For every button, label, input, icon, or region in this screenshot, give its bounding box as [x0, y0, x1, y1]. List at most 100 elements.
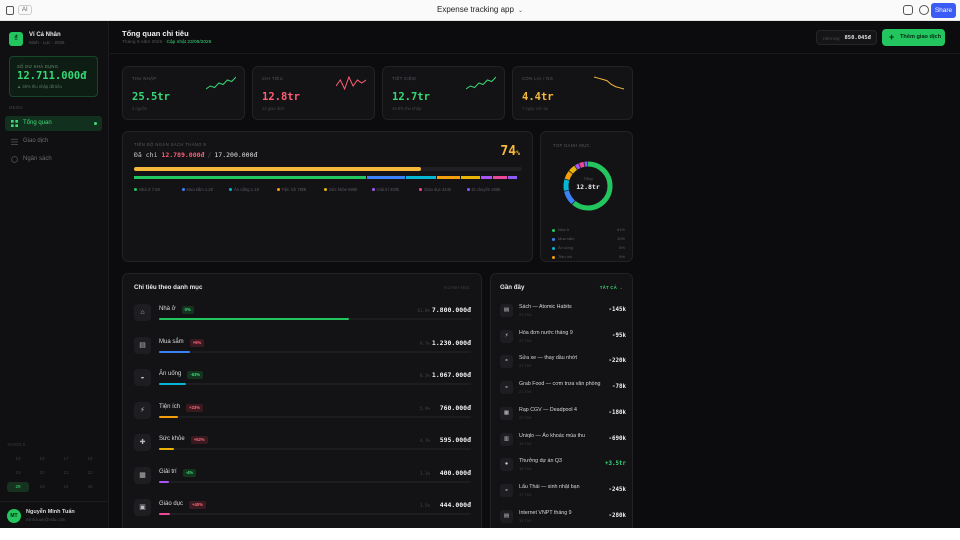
- today-label: Hôm nay: [823, 36, 840, 41]
- sidebar-item-transactions[interactable]: Giao dịch: [5, 134, 102, 149]
- transaction-row[interactable]: ▤ Internet VNPT tháng 9 15 Th9 -280k: [500, 507, 626, 528]
- category-row[interactable]: ⌂ Nhà ở 0% 61.0% 7.800.000đ: [134, 301, 471, 331]
- sidebar-item-overview[interactable]: Tổng quan: [5, 116, 102, 131]
- sparkline-path: [336, 76, 366, 90]
- calendar-day[interactable]: 19: [6, 468, 30, 478]
- nav-section-label: MENU: [9, 105, 23, 110]
- legend-amount: 1.1tr: [250, 187, 260, 192]
- legend-dot: [466, 188, 470, 192]
- change-badge: +5%: [189, 338, 205, 347]
- legend-name: Giải trí: [376, 187, 389, 192]
- calendar-day-selected[interactable]: 29: [7, 482, 29, 492]
- legend-dot: [419, 188, 422, 192]
- transaction-amount: -220k: [608, 358, 626, 365]
- grid-icon: [11, 120, 18, 127]
- sparkline-expense: [336, 76, 366, 90]
- header-divider: [110, 53, 960, 54]
- top-category-row: Tiện ích 6%: [552, 254, 625, 261]
- category-row[interactable]: ◒ Ăn uống -63% 8.3% 1.067.000đ: [134, 366, 471, 396]
- category-count: 8 DANH MỤC: [443, 285, 470, 290]
- user-name: Nguyễn Minh Tuấn: [26, 509, 75, 515]
- category-row[interactable]: ⚡ Tiện ích +23% 5.9% 760.000đ: [134, 399, 471, 429]
- calendar-day[interactable]: 17: [54, 454, 78, 464]
- category-row[interactable]: ✚ Sức khỏe +52% 4.7% 595.000đ: [134, 431, 471, 461]
- category-progress-bar: [159, 513, 471, 515]
- top-category-pct: 10%: [616, 236, 625, 241]
- page-subtitle: Tháng 9 năm 2026 · Cập nhật 23/09/2026: [122, 40, 211, 45]
- transaction-row[interactable]: ▤ Sách — Atomic Habits 23 Th9 -145k: [500, 301, 626, 326]
- category-row[interactable]: ▦ Giải trí -4% 3.1% 400.000đ: [134, 464, 471, 494]
- calendar-day[interactable]: 15: [6, 454, 30, 464]
- category-progress-bar: [159, 480, 471, 483]
- wifi-icon: ▤: [500, 509, 513, 523]
- transaction-amount: -95k: [612, 332, 626, 339]
- calendar-day[interactable]: 18: [78, 454, 102, 464]
- project-title[interactable]: Expense tracking app ⌄: [0, 5, 960, 14]
- legend-item: Tiện ích 760k: [276, 187, 307, 192]
- category-row[interactable]: ▤ Mua sắm +5% 9.7% 1.230.000đ: [134, 334, 471, 364]
- spent-amount: 12.789.000đ: [161, 151, 205, 159]
- active-indicator: [94, 122, 97, 125]
- transaction-row[interactable]: ◓ Sửa xe — thay dầu nhớt 21 Th9 -220k: [500, 352, 626, 377]
- category-progress-fill: [159, 415, 178, 418]
- category-amount: 1.230.000đ: [431, 338, 471, 347]
- section-title: Gần đây: [500, 284, 525, 291]
- calendar-day[interactable]: 24: [54, 482, 78, 492]
- category-row[interactable]: ▣ Giáo dục +40% 3.5% 444.000đ: [134, 496, 471, 526]
- legend-dot: [276, 188, 280, 192]
- help-icon[interactable]: [919, 5, 929, 15]
- add-transaction-button[interactable]: + Thêm giao dịch: [882, 29, 945, 46]
- legend-item: Ăn uống 1.1tr: [229, 187, 259, 192]
- transaction-row[interactable]: ▦ Rạp CGV — Deadpool 4 20 Th9 -180k: [500, 404, 626, 429]
- stack-segment: [461, 176, 480, 179]
- category-percent: 5.9%: [419, 405, 430, 411]
- comment-icon[interactable]: [903, 5, 913, 15]
- category-progress-bar: [159, 350, 471, 353]
- category-name: Tiện ích: [159, 403, 181, 410]
- transaction-row[interactable]: ▥ Uniqlo — Áo khoác mùa thu 19 Th9 -690k: [500, 430, 626, 455]
- today-value: 850.045đ: [844, 35, 872, 41]
- transaction-row[interactable]: ◒ Grab Food — cơm trưa văn phòng 21 Th9 -78…: [500, 378, 626, 403]
- bottom-bar: [0, 528, 960, 540]
- transaction-row[interactable]: ◒ Lẩu Thái — sinh nhật bạn 17 Th9 -245k: [500, 481, 626, 506]
- user-profile[interactable]: MT Nguyễn Minh Tuấn minh.tuan@vidu.com: [0, 501, 109, 528]
- category-amount: 1.067.000đ: [431, 371, 471, 379]
- calendar-day[interactable]: 25: [78, 482, 102, 492]
- top-category-name: Ăn uống: [558, 245, 573, 250]
- book-icon: ▤: [500, 304, 513, 317]
- category-name: Mua sắm: [159, 338, 184, 345]
- calendar-day[interactable]: 23: [30, 482, 54, 492]
- calendar-day[interactable]: 22: [78, 468, 102, 478]
- stat-card-savings: TIẾT KIỆM 12.7tr 49.8% thu nhập: [382, 66, 505, 120]
- legend-name: Ăn uống: [234, 187, 250, 192]
- transaction-name: Sách — Atomic Habits: [519, 304, 572, 310]
- transaction-amount: -78k: [612, 384, 626, 391]
- calendar-day[interactable]: 20: [30, 468, 54, 478]
- balance-value: 12.711.000đ: [17, 70, 87, 82]
- top-category-name: Mua sắm: [558, 236, 575, 241]
- budget-percent-value: 74: [500, 144, 517, 159]
- legend-dot: [134, 188, 137, 192]
- transaction-row[interactable]: ● Thưởng dự án Q3 18 Th9 +3.5tr: [500, 455, 626, 480]
- share-button[interactable]: Share: [931, 3, 956, 18]
- category-name: Ăn uống: [159, 371, 182, 377]
- bolt-icon: ⚡: [500, 329, 513, 343]
- stat-label: CHI TIÊU: [262, 76, 284, 81]
- transaction-amount: -690k: [608, 435, 626, 442]
- sidebar-item-budget[interactable]: Ngân sách: [5, 152, 102, 167]
- see-all-link[interactable]: TẤT CẢ →: [600, 285, 623, 290]
- calendar-day[interactable]: 21: [54, 468, 78, 478]
- plus-icon: +: [889, 32, 895, 42]
- legend-amount: 760k: [297, 187, 307, 192]
- shopping-icon: ▤: [134, 336, 151, 354]
- transaction-row[interactable]: ⚡ Hóa đơn nước tháng 9 22 Th9 -95k: [500, 327, 626, 352]
- top-categories-card: TOP DANH MỤC Tổng 12.8tr Nhà ở 61% Mua sắ…: [540, 131, 633, 262]
- category-name: Giải trí: [159, 468, 177, 475]
- category-progress-bar: [159, 318, 471, 320]
- transaction-date: 23 Th9: [519, 312, 532, 317]
- top-category-row: Mua sắm 10%: [552, 236, 625, 243]
- legend-amount: 305k: [491, 187, 501, 192]
- transaction-amount: -280k: [608, 512, 626, 519]
- calendar-day[interactable]: 16: [30, 454, 54, 464]
- chevron-down-icon[interactable]: ⌄: [518, 8, 523, 14]
